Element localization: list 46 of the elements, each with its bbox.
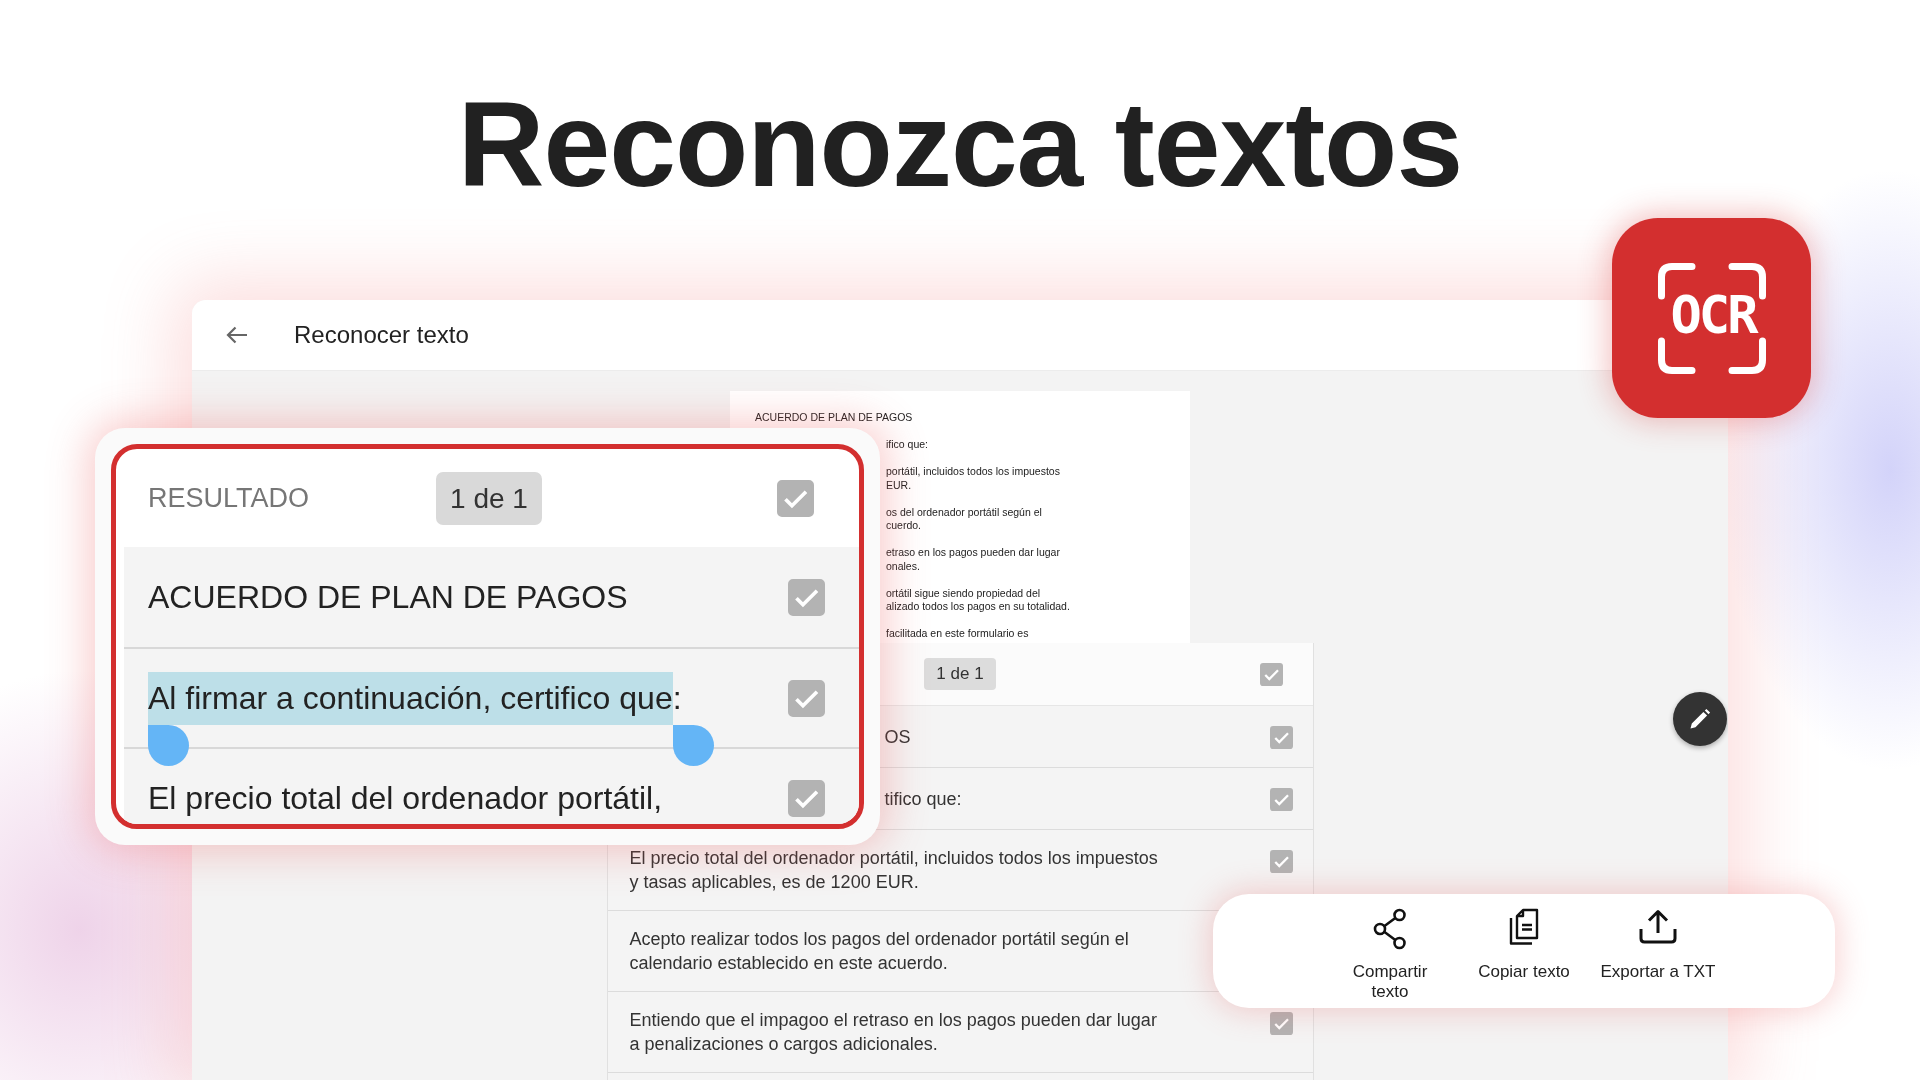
checkbox[interactable] (1269, 850, 1293, 873)
row-text: El precio total del ordenador portátil, incluidos todos los impuestos y tasas aplicables, es de 1200 EUR. (629, 847, 1158, 894)
row-text: OS (884, 725, 911, 749)
document-line: portátil, incluidos todos los impuestos (886, 465, 1060, 479)
document-line: etraso en los pagos pueden dar lugar (886, 546, 1060, 560)
checkbox[interactable] (777, 479, 814, 517)
document-line: ortátil sigue siendo propiedad del (886, 586, 1041, 600)
upload-icon (1639, 908, 1677, 944)
share-icon (1373, 908, 1407, 950)
edit-button[interactable] (1673, 692, 1727, 746)
checkbox[interactable] (1259, 662, 1283, 686)
scan-frame-icon (1657, 262, 1766, 374)
checkbox[interactable] (1269, 726, 1293, 749)
checkbox[interactable] (1269, 788, 1293, 811)
row-text: Entiendo que el impagoo el retraso en los pagos pueden dar lugar a penalizaciones o cargos adicionales. (629, 1009, 1157, 1056)
document-line: EUR. (886, 478, 912, 492)
app-bar-title: Reconocer texto (294, 321, 469, 349)
row-text: tifico que: (884, 787, 962, 811)
row-text: El precio total del ordenador portátil, (148, 779, 663, 817)
checkbox[interactable] (788, 578, 825, 616)
ocr-label: OCR (1669, 289, 1756, 341)
selection-handle[interactable] (672, 724, 714, 766)
document-line: alizado todos los pagos en su totalidad. (886, 600, 1070, 614)
action-button[interactable]: Exportar a TXT (1591, 908, 1725, 982)
pencil-icon (1688, 707, 1712, 731)
checkbox[interactable] (788, 779, 825, 817)
headline: Reconozca textos (457, 84, 1463, 204)
row-text: : (672, 679, 682, 717)
checkbox[interactable] (1269, 1012, 1293, 1035)
copy-icon (1508, 908, 1540, 946)
action-button[interactable]: Compartir texto (1323, 908, 1457, 1002)
document-line: ifico que: (886, 438, 929, 452)
document-line: cuerdo. (886, 519, 922, 533)
checkbox[interactable] (788, 679, 825, 717)
page-indicator: 1 de 1 (924, 658, 996, 690)
page-indicator: 1 de 1 (436, 471, 542, 525)
action-button[interactable]: Copiar texto (1457, 908, 1591, 982)
document-line: os del ordenador portátil según el (886, 505, 1042, 519)
document-line: facilitada en este formulario es (886, 627, 1029, 641)
result-label: RESULTADO (148, 482, 310, 514)
document-line: ACUERDO DE PLAN DE PAGOS (755, 411, 913, 425)
row-text: Acepto realizar todos los pagos del ordenador portátil según el calendario establecido en este acuerdo. (629, 928, 1129, 975)
row-text: ACUERDO DE PLAN DE PAGOS (148, 578, 628, 616)
back-arrow-icon (226, 326, 248, 344)
selected-text: Al firmar a continuación, certifico que (148, 671, 673, 725)
document-line: onales. (886, 559, 920, 573)
